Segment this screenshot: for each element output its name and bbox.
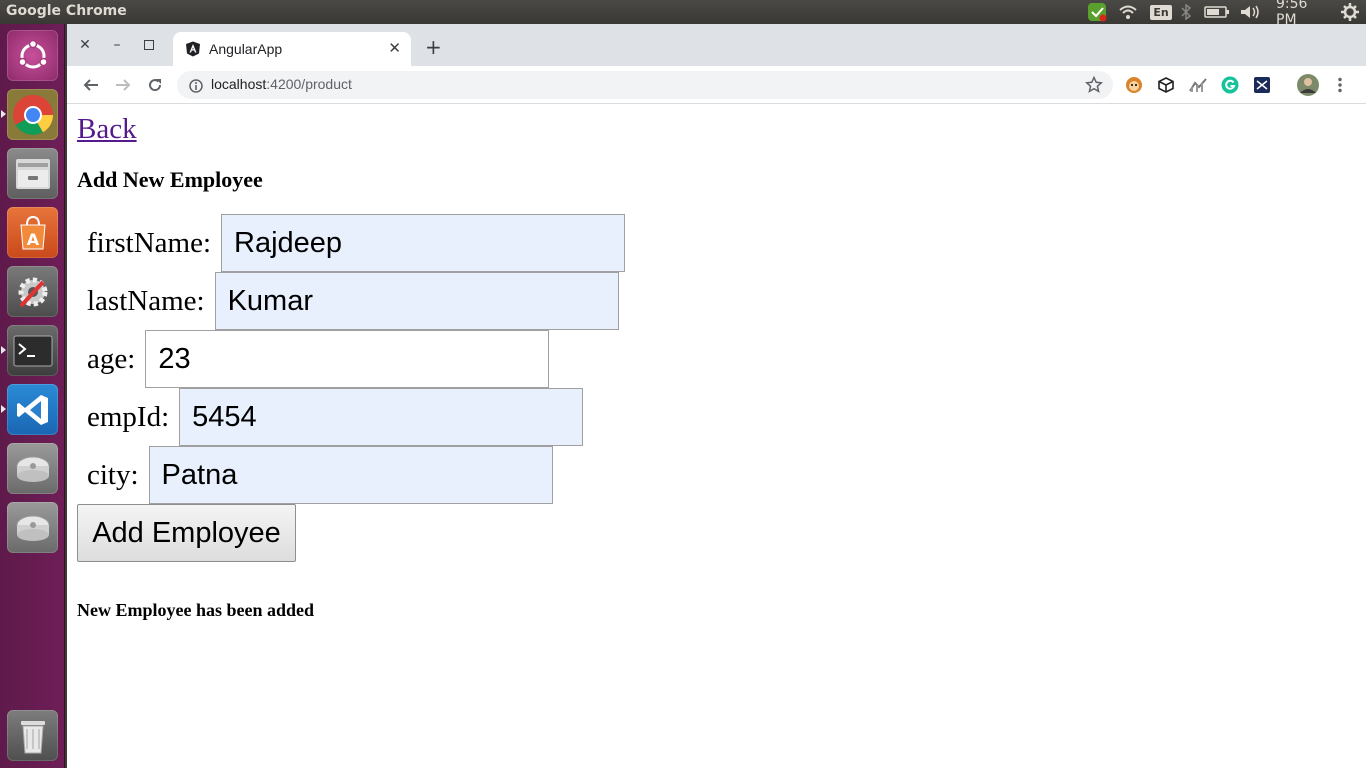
tab-strip: ✕ – AngularApp ✕ + bbox=[67, 24, 1366, 66]
city-input[interactable] bbox=[148, 446, 553, 504]
extension-chart-icon[interactable] bbox=[1189, 76, 1207, 94]
firstname-row: firstName: bbox=[77, 214, 626, 272]
angular-favicon-icon bbox=[185, 41, 201, 61]
lastname-row: lastName: bbox=[77, 272, 619, 330]
browser-window: ✕ – AngularApp ✕ + localhost:4200/produc… bbox=[67, 24, 1366, 768]
window-close-icon[interactable]: ✕ bbox=[76, 36, 94, 54]
reload-icon[interactable] bbox=[145, 75, 165, 95]
running-indicator bbox=[1, 110, 6, 118]
tab-close-icon[interactable]: ✕ bbox=[388, 39, 401, 57]
running-indicator bbox=[1, 346, 6, 354]
web-page: Back Add New Employee firstName: lastNam… bbox=[67, 105, 1366, 768]
system-settings-icon[interactable] bbox=[7, 266, 58, 317]
forward-arrow-icon[interactable] bbox=[113, 75, 133, 95]
url-text: localhost:4200/product bbox=[211, 76, 352, 92]
clock[interactable]: 9:56 PM bbox=[1276, 0, 1332, 28]
extension-cube-icon[interactable] bbox=[1157, 76, 1175, 94]
keyboard-layout-label: En bbox=[1150, 4, 1172, 20]
firstname-input[interactable] bbox=[221, 214, 626, 272]
new-tab-icon[interactable]: + bbox=[425, 37, 442, 57]
ubuntu-dash-icon[interactable] bbox=[7, 30, 58, 81]
drive-icon[interactable] bbox=[7, 443, 58, 494]
bluetooth-icon[interactable] bbox=[1178, 2, 1194, 22]
window-minimize-icon[interactable]: – bbox=[108, 36, 126, 54]
age-input[interactable] bbox=[145, 330, 550, 388]
city-row: city: bbox=[77, 446, 553, 504]
chrome-launcher-icon[interactable] bbox=[7, 89, 58, 140]
files-launcher-icon[interactable] bbox=[7, 148, 58, 199]
tab-angularapp[interactable]: AngularApp ✕ bbox=[173, 32, 411, 66]
running-indicator bbox=[1, 405, 6, 413]
update-notifier-icon[interactable] bbox=[1086, 2, 1108, 22]
status-message: New Employee has been added bbox=[77, 600, 315, 620]
url-path: :4200/product bbox=[266, 76, 352, 92]
form-heading: Add New Employee bbox=[77, 167, 263, 192]
window-maximize-icon[interactable] bbox=[140, 36, 158, 54]
empid-input[interactable] bbox=[179, 388, 584, 446]
profile-avatar[interactable] bbox=[1297, 74, 1319, 96]
grammarly-icon[interactable] bbox=[1221, 76, 1239, 94]
trash-icon[interactable] bbox=[7, 710, 58, 761]
active-app-title: Google Chrome bbox=[6, 3, 127, 19]
vscode-launcher-icon[interactable] bbox=[7, 384, 58, 435]
software-center-icon[interactable]: A bbox=[7, 207, 58, 258]
city-label: city: bbox=[87, 458, 139, 491]
lastname-input[interactable] bbox=[214, 272, 619, 330]
site-info-icon[interactable] bbox=[189, 78, 203, 97]
url-host: localhost bbox=[211, 76, 267, 92]
browser-toolbar: localhost:4200/product bbox=[67, 66, 1366, 104]
svg-text:A: A bbox=[26, 230, 39, 249]
system-gear-icon[interactable] bbox=[1340, 2, 1360, 22]
age-label: age: bbox=[87, 342, 136, 375]
empid-row: empId: bbox=[77, 388, 584, 446]
terminal-launcher-icon[interactable] bbox=[7, 325, 58, 376]
lastname-label: lastName: bbox=[87, 284, 205, 317]
launcher: A bbox=[0, 24, 65, 768]
top-panel: Google Chrome En 9:56 PM bbox=[0, 0, 1366, 28]
back-link[interactable]: Back bbox=[77, 113, 137, 146]
drive-icon[interactable] bbox=[7, 502, 58, 553]
firstname-label: firstName: bbox=[87, 226, 212, 259]
battery-icon[interactable] bbox=[1203, 2, 1231, 22]
chrome-menu-icon[interactable] bbox=[1331, 76, 1349, 94]
tab-title: AngularApp bbox=[209, 41, 283, 57]
extension-monkey-icon[interactable] bbox=[1125, 76, 1143, 94]
wifi-icon[interactable] bbox=[1117, 2, 1139, 22]
age-row: age: bbox=[77, 330, 550, 388]
volume-icon[interactable] bbox=[1239, 2, 1261, 22]
empid-label: empId: bbox=[87, 400, 170, 433]
add-employee-button[interactable]: Add Employee bbox=[77, 504, 296, 562]
extension-navy-icon[interactable] bbox=[1253, 76, 1271, 94]
keyboard-layout-indicator[interactable]: En bbox=[1150, 2, 1172, 22]
back-arrow-icon[interactable] bbox=[81, 75, 101, 95]
address-bar[interactable]: localhost:4200/product bbox=[177, 71, 1113, 99]
bookmark-star-icon[interactable] bbox=[1084, 75, 1104, 98]
